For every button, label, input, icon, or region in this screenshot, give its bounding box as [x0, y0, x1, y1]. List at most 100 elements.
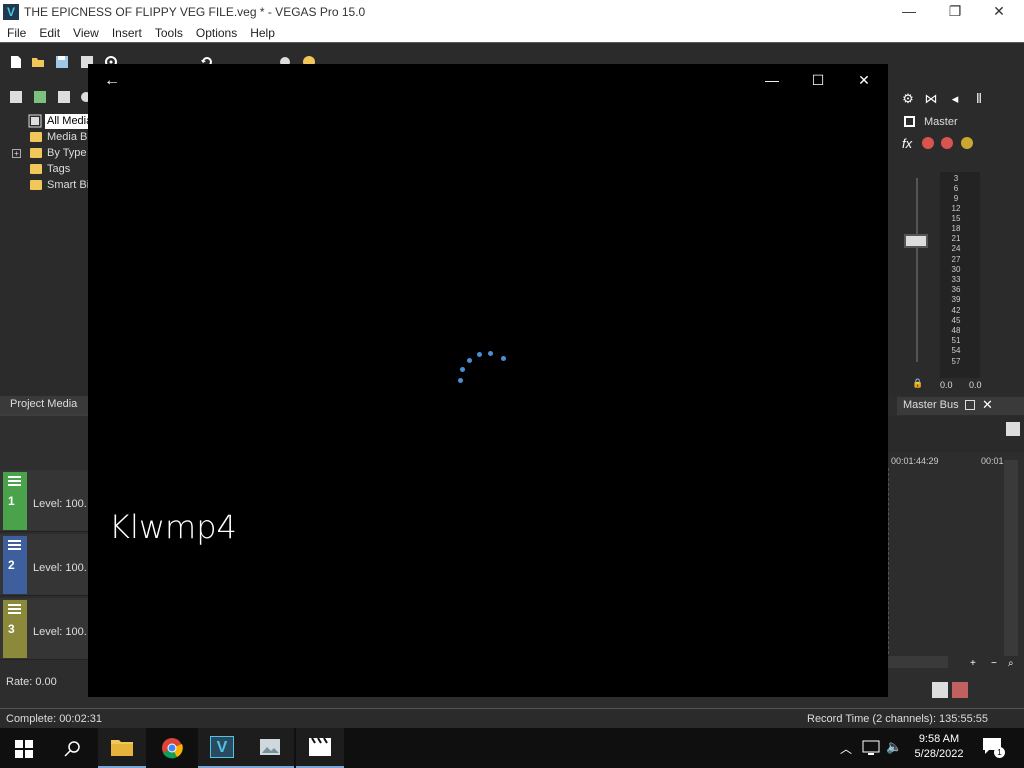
collapse-icon[interactable]: ⋈ — [924, 92, 938, 106]
photos-taskbar-button[interactable] — [246, 728, 294, 768]
timeline-area: 00:01:44:29 00:01 + − ⌕ — [888, 416, 1024, 706]
close-icon[interactable]: ✕ — [982, 397, 993, 413]
capture-icon[interactable] — [57, 90, 71, 104]
downmix-icon[interactable]: ◂ — [948, 92, 962, 106]
notification-center-icon[interactable]: 1 — [982, 737, 1005, 758]
track-2[interactable]: 2 Level: 100. — [0, 534, 90, 596]
track-menu-icon[interactable] — [8, 476, 21, 486]
movies-taskbar-button[interactable] — [296, 728, 344, 768]
track-3[interactable]: 3 Level: 100. — [0, 598, 90, 660]
meter-tick: 54 — [951, 346, 961, 355]
spinner-dot — [477, 352, 482, 357]
horizontal-scrollbar[interactable] — [888, 656, 948, 668]
menu-edit[interactable]: Edit — [32, 24, 66, 42]
spinner-dot — [458, 378, 463, 383]
maximize-button[interactable]: ❐ — [932, 0, 978, 24]
volume-fader[interactable] — [904, 234, 928, 248]
chevron-up-icon[interactable]: ︿ — [840, 740, 852, 757]
undock-icon[interactable] — [965, 400, 975, 410]
menu-tools[interactable]: Tools — [148, 24, 189, 42]
viewer-maximize-button[interactable]: ☐ — [795, 70, 841, 90]
import-icon[interactable] — [33, 90, 47, 104]
track-menu-icon[interactable] — [8, 540, 21, 550]
meter-tick: 9 — [953, 194, 959, 203]
cursor-tool-icon[interactable] — [952, 682, 968, 698]
media-list-icon[interactable] — [9, 90, 23, 104]
bus-icon[interactable] — [922, 137, 934, 149]
volume-icon[interactable]: 🔈 — [886, 739, 902, 755]
clock-time: 9:58 AM — [918, 733, 960, 745]
notification-badge: 1 — [994, 747, 1005, 758]
windows-start-icon[interactable] — [15, 740, 33, 758]
volume-right: 0.0 — [969, 380, 982, 390]
track-1[interactable]: 1 Level: 100. — [0, 470, 90, 532]
marker-icon[interactable] — [1006, 422, 1020, 436]
track-level: Level: 100. — [33, 562, 87, 574]
rate-readout: Rate: 0.00 — [6, 676, 57, 688]
explorer-toolbar — [0, 82, 90, 112]
vegas-taskbar-button[interactable]: V — [198, 728, 246, 768]
windows-taskbar: V ︿ 🔈 9:58 AM 5/28/2022 1 — [0, 728, 1024, 768]
folder-icon — [30, 132, 42, 142]
master-label: Master — [924, 116, 958, 128]
vertical-scrollbar[interactable] — [1004, 460, 1018, 656]
menu-options[interactable]: Options — [189, 24, 243, 42]
meter-tick: 12 — [951, 204, 961, 213]
tab-label: Project Media — [10, 398, 78, 410]
track-number: 3 — [8, 622, 15, 636]
chrome-icon — [162, 738, 183, 759]
menu-help[interactable]: Help — [243, 24, 281, 42]
meter-tick: 57 — [951, 357, 961, 366]
new-project-icon[interactable] — [9, 55, 23, 69]
menu-file[interactable]: File — [0, 24, 32, 42]
open-folder-icon[interactable] — [31, 55, 45, 69]
folder-icon — [30, 180, 42, 190]
expand-icon[interactable]: + — [12, 149, 21, 158]
meter-tick: 6 — [953, 184, 959, 193]
record-icon[interactable] — [932, 682, 948, 698]
clapperboard-icon — [309, 737, 331, 756]
fx-icon[interactable]: fx — [902, 136, 912, 151]
minimize-button[interactable]: — — [886, 0, 932, 24]
zoom-icon[interactable]: ⌕ — [1008, 658, 1014, 669]
system-clock[interactable]: 9:58 AM 5/28/2022 — [906, 732, 972, 762]
lock-icon[interactable]: 🔒 — [912, 378, 923, 389]
viewer-close-button[interactable]: ✕ — [841, 70, 887, 90]
spinner-dot — [467, 358, 472, 363]
viewer-minimize-button[interactable]: — — [749, 70, 795, 90]
meter-tick: 30 — [951, 265, 961, 274]
menu-view[interactable]: View — [66, 24, 105, 42]
folder-icon — [111, 740, 133, 756]
gear-icon[interactable]: ⚙ — [901, 92, 915, 106]
status-bar: Complete: 00:02:31 Record Time (2 channe… — [0, 708, 1024, 728]
chrome-taskbar-button[interactable] — [148, 728, 196, 768]
track-menu-icon[interactable] — [8, 604, 21, 614]
project-media-tab[interactable]: Project Media — [0, 396, 90, 414]
master-toggle-icon[interactable] — [904, 116, 915, 127]
mixer-settings-icon[interactable]: ⫴ — [972, 92, 986, 106]
back-arrow-icon[interactable]: ← — [104, 72, 120, 90]
meter-tick: 39 — [951, 295, 961, 304]
timeline-tracks[interactable] — [888, 468, 1004, 654]
meter-tick: 48 — [951, 326, 961, 335]
spinner-dot — [488, 351, 493, 356]
timeline-header — [888, 416, 1024, 452]
meter-tick: 42 — [951, 306, 961, 315]
search-icon[interactable] — [64, 740, 81, 757]
meter-tick: 51 — [951, 336, 961, 345]
zoom-out-icon[interactable]: − — [991, 658, 997, 669]
spinner-dot — [501, 356, 506, 361]
photos-icon — [260, 739, 280, 755]
save-icon[interactable] — [55, 55, 69, 69]
solo-icon[interactable] — [941, 137, 953, 149]
track-header-area — [0, 414, 90, 470]
vegas-icon: V — [210, 736, 234, 758]
master-bus-tab[interactable]: Master Bus ✕ — [897, 397, 1024, 415]
s-icon[interactable] — [961, 137, 973, 149]
file-explorer-taskbar-button[interactable] — [98, 728, 146, 768]
network-icon[interactable] — [862, 740, 880, 756]
close-button[interactable]: ✕ — [976, 0, 1022, 24]
menu-insert[interactable]: Insert — [105, 24, 148, 42]
zoom-in-icon[interactable]: + — [970, 658, 976, 669]
tree-item-label: By Type — [47, 147, 87, 159]
